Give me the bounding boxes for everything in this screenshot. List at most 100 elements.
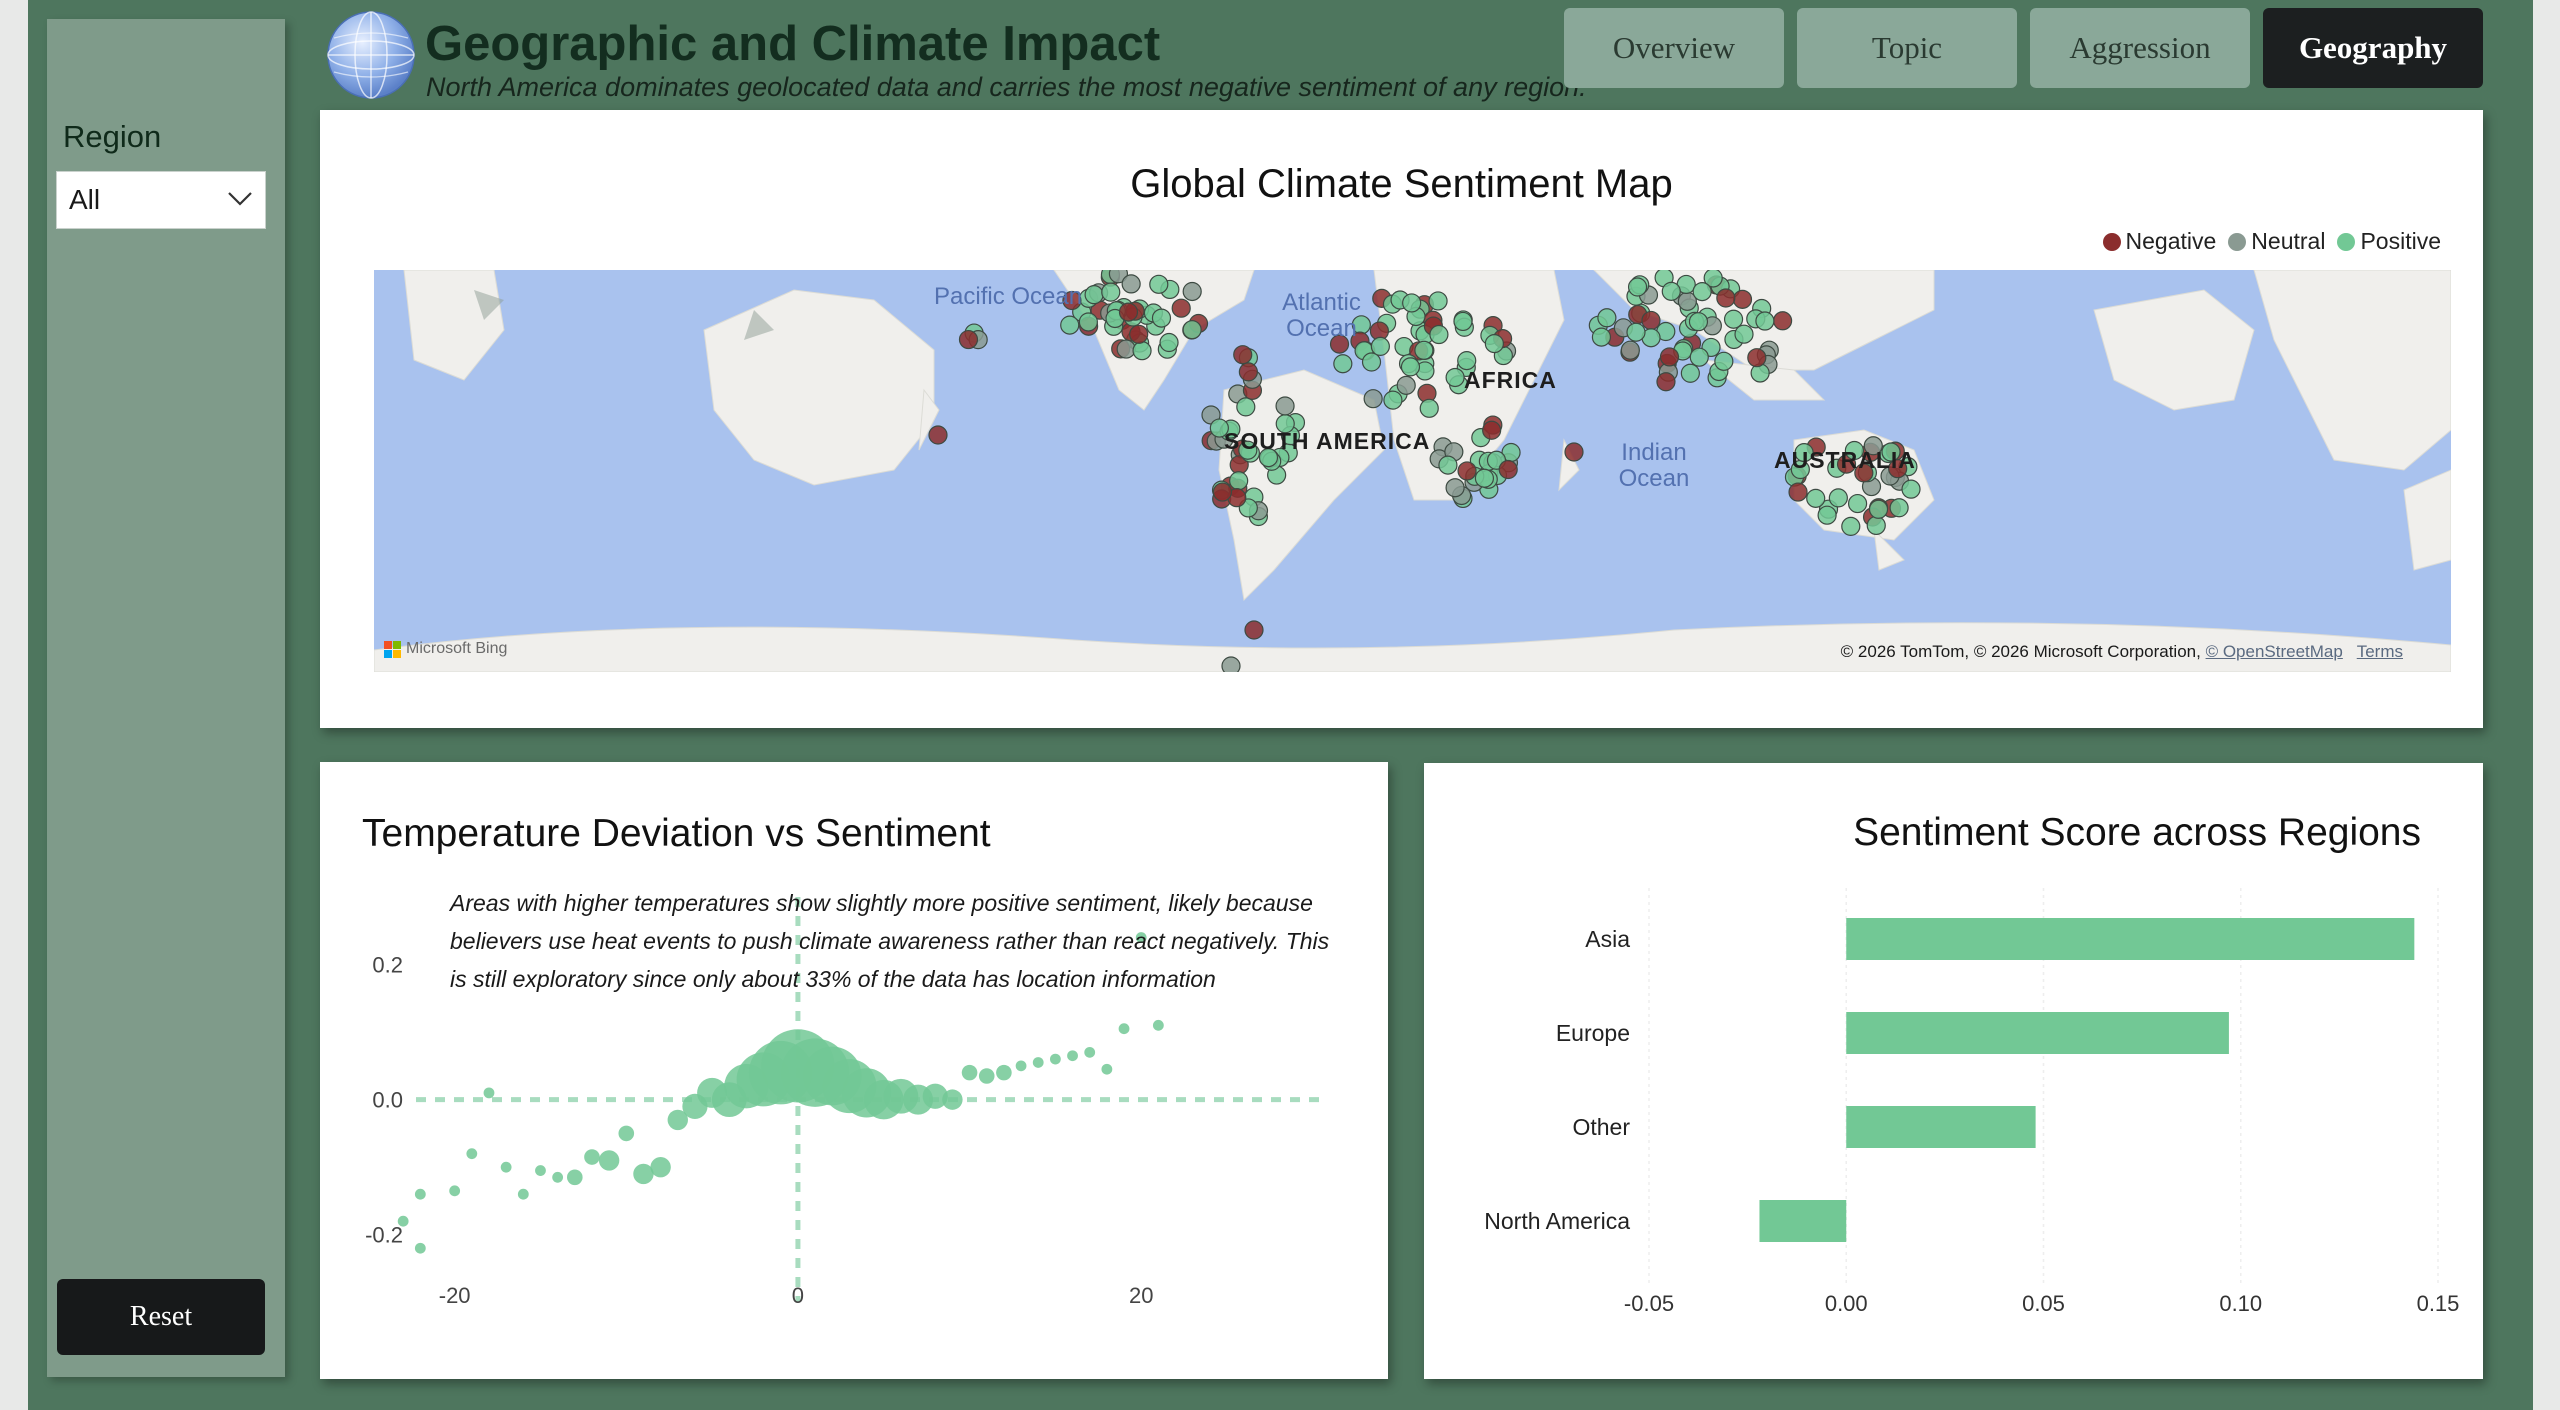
legend-item-neutral[interactable]: Neutral — [2228, 228, 2325, 255]
sentiment-map-card: Global Climate Sentiment Map Negative Ne… — [320, 110, 2483, 728]
map-legend: Negative Neutral Positive — [2102, 228, 2441, 255]
map-point — [1734, 324, 1754, 344]
scatter-point — [500, 1161, 512, 1173]
legend-label: Neutral — [2251, 228, 2326, 254]
map-point — [1901, 479, 1921, 499]
map-point — [1060, 315, 1080, 335]
filter-sidebar: Region All Reset — [47, 19, 285, 1377]
scatter-point — [466, 1148, 478, 1160]
map-point — [1238, 362, 1258, 382]
scatter-y-tick: 0.0 — [372, 1088, 403, 1113]
map-point — [1101, 282, 1121, 302]
map-point — [1773, 311, 1793, 331]
scatter-y-tick: 0.2 — [372, 953, 403, 978]
bar-category-label: Europe — [1556, 1020, 1630, 1046]
map-point — [1171, 298, 1191, 318]
neutral-dot-icon — [2228, 232, 2247, 251]
map-point — [1841, 516, 1861, 536]
map-point — [1868, 499, 1889, 519]
map-point — [1400, 357, 1421, 377]
map-point — [1597, 308, 1617, 328]
copyright-text: © 2026 TomTom, © 2026 Microsoft Corporat… — [1840, 642, 2201, 661]
tab-overview[interactable]: Overview — [1564, 8, 1784, 88]
legend-label: Positive — [2360, 228, 2441, 254]
legend-label: Negative — [2125, 228, 2217, 254]
page-subtitle: North America dominates geolocated data … — [426, 72, 1587, 102]
reset-button[interactable]: Reset — [57, 1279, 265, 1355]
microsoft-bing-logo: Microsoft Bing — [384, 640, 507, 658]
map-point — [1661, 281, 1681, 301]
scatter-x-tick: 0 — [792, 1283, 804, 1308]
map-point — [1212, 482, 1233, 502]
tab-topic[interactable]: Topic — [1797, 8, 2017, 88]
map-point — [1236, 397, 1256, 417]
map-point — [1716, 288, 1736, 308]
scatter-point — [650, 1156, 671, 1178]
world-map[interactable]: Pacific Ocean Atlantic Ocean Indian Ocea… — [374, 270, 2451, 672]
scatter-point — [414, 1188, 426, 1200]
page-title: Geographic and Climate Impact — [425, 17, 1161, 71]
continent-label-south-america: SOUTH AMERICA — [1224, 428, 1431, 454]
map-point — [1453, 311, 1473, 332]
legend-item-negative[interactable]: Negative — [2102, 228, 2217, 255]
map-point — [1641, 310, 1661, 331]
scatter-point — [618, 1125, 635, 1142]
map-point — [1656, 372, 1676, 392]
map-point — [1383, 390, 1403, 410]
map-point — [1233, 345, 1253, 365]
bar-x-tick: 0.15 — [2417, 1291, 2460, 1316]
map-point — [1363, 389, 1383, 409]
bar-category-label: North America — [1484, 1208, 1630, 1234]
bar-x-tick: 0.10 — [2219, 1291, 2262, 1316]
scatter-plot[interactable]: -20 0 20 0.2 0.0 -0.2 — [320, 762, 1388, 1379]
map-point — [1402, 293, 1422, 313]
map-point — [1333, 354, 1353, 374]
scatter-x-tick: 20 — [1129, 1283, 1153, 1308]
scatter-point — [978, 1068, 995, 1084]
map-point — [1564, 442, 1584, 462]
map-point — [1723, 309, 1744, 329]
tab-geography[interactable]: Geography — [2263, 8, 2483, 88]
chevron-down-icon — [228, 192, 252, 206]
scatter-x-tick: -20 — [439, 1283, 471, 1308]
scatter-point — [517, 1188, 529, 1200]
legend-item-positive[interactable]: Positive — [2337, 228, 2441, 255]
map-point — [1428, 291, 1448, 311]
map-point — [1680, 363, 1700, 383]
map-point — [1419, 398, 1439, 418]
map-title: Global Climate Sentiment Map — [1130, 162, 1673, 206]
map-point — [1445, 367, 1465, 388]
map-point — [1747, 348, 1767, 368]
map-point — [1132, 341, 1152, 361]
tab-aggression[interactable]: Aggression — [2030, 8, 2250, 88]
map-point — [1438, 455, 1458, 475]
region-dropdown[interactable]: All — [56, 171, 266, 229]
map-point — [1484, 334, 1504, 354]
continent-label-australia: AUSTRALIA — [1774, 447, 1916, 473]
map-point — [1689, 347, 1709, 367]
terms-link[interactable]: Terms — [2357, 642, 2403, 661]
map-basemap — [374, 270, 2451, 672]
map-point — [1828, 488, 1848, 508]
map-point — [1591, 327, 1612, 347]
map-point — [1275, 396, 1295, 416]
map-point — [1806, 488, 1826, 508]
map-point — [1084, 285, 1104, 305]
map-point — [1626, 322, 1646, 342]
scatter-point — [1015, 1060, 1027, 1072]
temperature-scatter-card: Temperature Deviation vs Sentiment -20 0 2… — [320, 762, 1388, 1379]
map-point — [1866, 515, 1886, 536]
map-point — [1149, 274, 1169, 294]
scatter-point — [1067, 1050, 1078, 1062]
bar-x-tick: -0.05 — [1624, 1291, 1674, 1316]
scatter-point — [535, 1165, 546, 1176]
map-point — [1361, 352, 1382, 372]
map-point — [1221, 656, 1241, 672]
bar-chart[interactable]: -0.05 0.00 0.05 0.10 0.15 Asia Europe Other Nort… — [1424, 763, 2483, 1379]
map-point — [1755, 311, 1775, 331]
map-point — [1229, 471, 1249, 491]
map-point — [1116, 339, 1136, 359]
continent-label-africa: AFRICA — [1464, 367, 1557, 393]
scatter-y-tick: -0.2 — [365, 1223, 403, 1248]
openstreetmap-link[interactable]: © OpenStreetMap — [2206, 642, 2343, 661]
